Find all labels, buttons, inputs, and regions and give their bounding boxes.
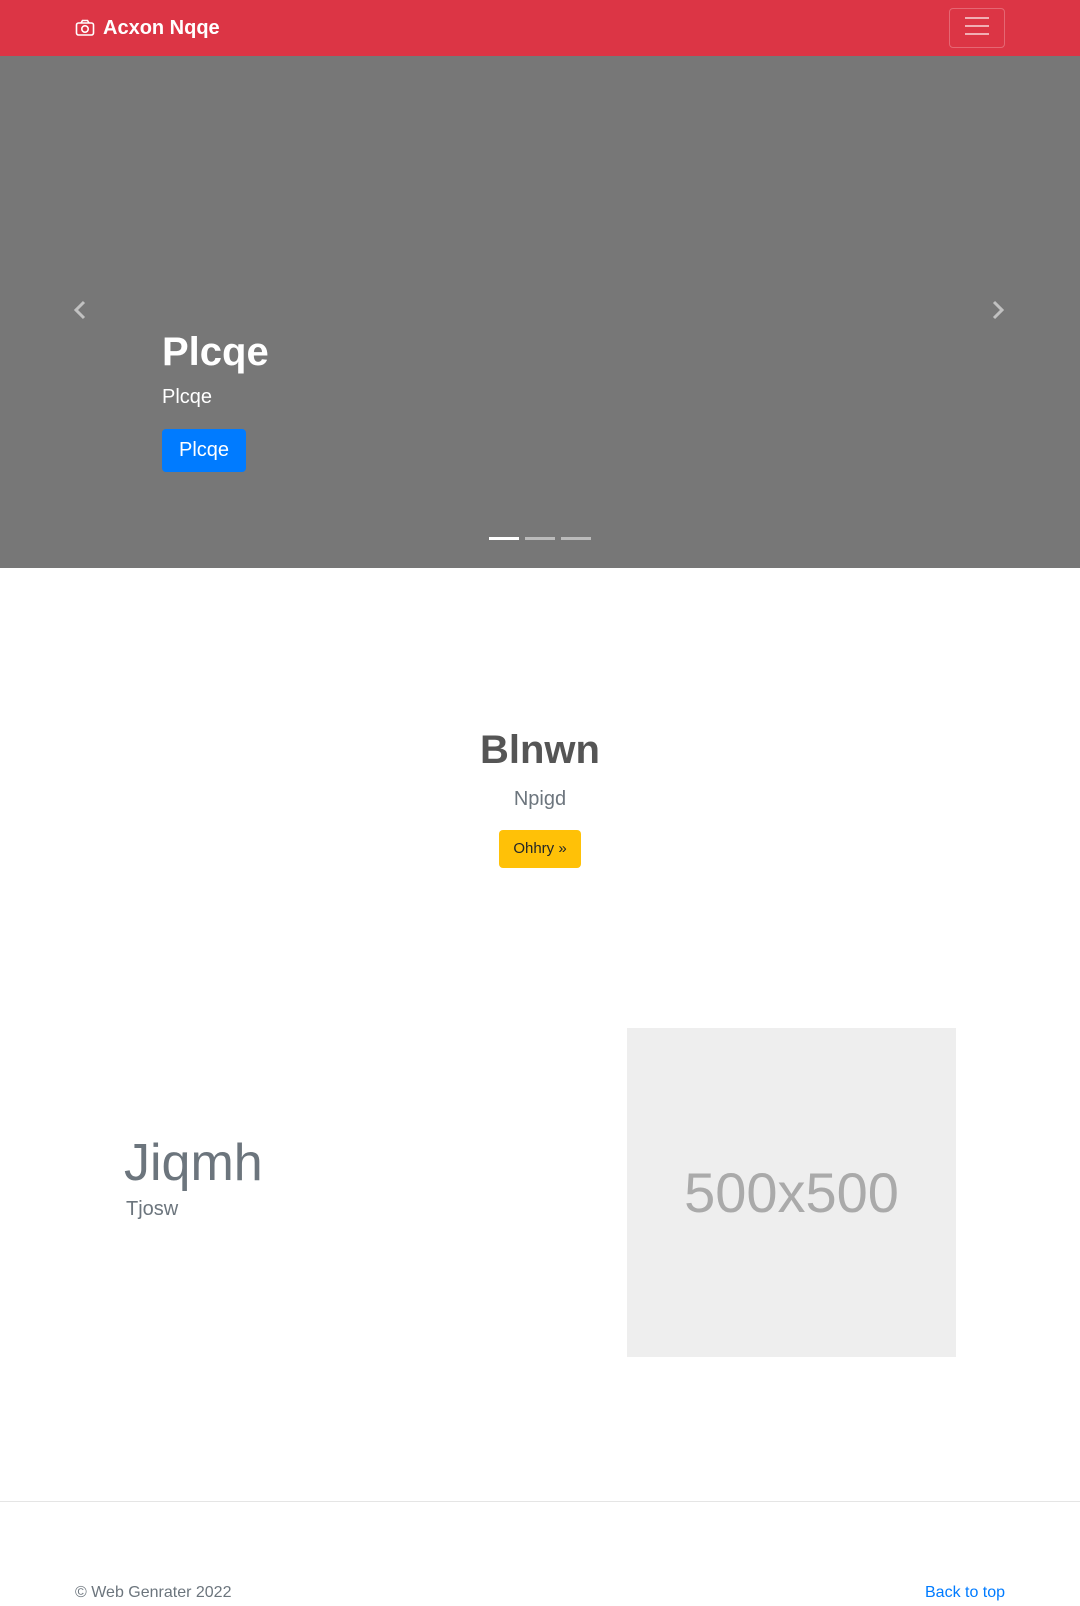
intro-lead: Npigd [513,788,567,810]
carousel-indicator-3[interactable] [561,537,591,540]
feature-image-placeholder: 500x500 [627,1028,956,1357]
chevron-right-icon [990,300,1006,325]
brand-link[interactable]: Acxon Nqqe [75,0,220,56]
carousel-caption: Plcqe Plcqe Plcqe [162,328,269,472]
feature-text: Jiqmh Tjosw [124,1132,263,1221]
intro-heading: Blnwn [480,728,600,772]
carousel-heading: Plcqe [162,330,269,374]
intro-button[interactable]: Ohhry » [499,830,581,868]
intro-section: Blnwn Npigd Ohhry » [0,568,1080,988]
navbar-toggler-button[interactable] [949,8,1005,48]
footer-copyright: © Web Genrater 2022 [75,1584,232,1601]
chevron-left-icon [72,300,88,325]
footer-divider [0,1501,1080,1502]
back-to-top-link[interactable]: Back to top [925,1584,1005,1602]
feature-heading: Jiqmh [124,1134,263,1192]
placeholder-label: 500x500 [684,1161,899,1224]
hero-carousel: Plcqe Plcqe Plcqe [0,56,1080,568]
carousel-cta-button[interactable]: Plcqe [162,429,247,472]
carousel-text: Plcqe [162,386,213,408]
carousel-indicators [489,537,591,540]
feature-subtext: Tjosw [126,1198,179,1221]
navbar: Acxon Nqqe [0,0,1080,56]
camera-icon [75,19,95,37]
carousel-prev-button[interactable] [40,56,120,568]
carousel-indicator-1[interactable] [489,537,519,540]
carousel-next-button[interactable] [958,56,1038,568]
carousel-indicator-2[interactable] [525,537,555,540]
hamburger-menu-icon [963,15,991,42]
brand-name: Acxon Nqqe [103,16,220,39]
